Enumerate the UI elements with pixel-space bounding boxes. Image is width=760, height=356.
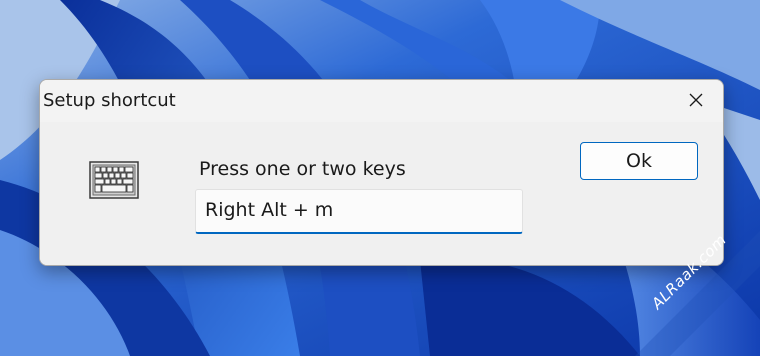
setup-shortcut-dialog: Setup shortcut Press one or two keys Rig… <box>39 79 724 266</box>
dialog-titlebar: Setup shortcut <box>40 80 723 122</box>
shortcut-value: Right Alt + m <box>205 199 334 221</box>
ok-button[interactable]: Ok <box>580 142 698 180</box>
keyboard-icon <box>89 160 139 200</box>
dialog-title: Setup shortcut <box>43 90 176 111</box>
close-button[interactable] <box>673 80 719 120</box>
close-icon <box>689 93 703 107</box>
shortcut-input[interactable]: Right Alt + m <box>195 189 523 234</box>
dialog-content: Press one or two keys Right Alt + m Ok <box>40 122 723 265</box>
instruction-label: Press one or two keys <box>199 158 406 180</box>
